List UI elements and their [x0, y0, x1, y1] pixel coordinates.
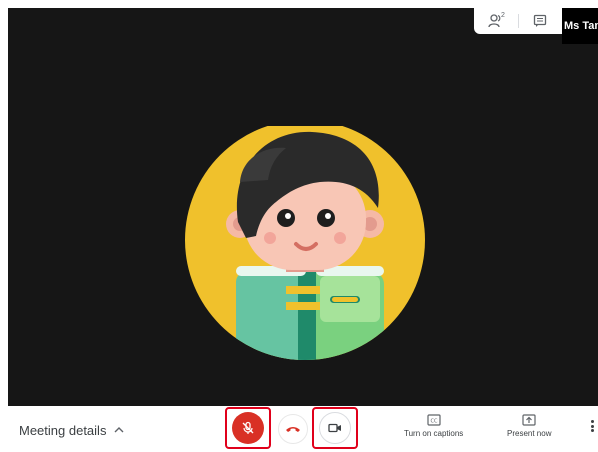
chat-button[interactable]: [518, 8, 562, 34]
meeting-details-button[interactable]: Meeting details: [19, 423, 124, 438]
call-end-icon: [286, 427, 300, 432]
participant-count-badge: 2: [501, 12, 505, 19]
camera-highlight-box: [312, 407, 358, 449]
self-name-tile: Ms Tan: [562, 8, 598, 44]
present-now-label: Present now: [507, 429, 552, 438]
present-now-button[interactable]: Present now: [507, 414, 551, 438]
people-button[interactable]: 2: [474, 8, 518, 34]
captions-label: Turn on captions: [404, 429, 464, 438]
chat-icon: [533, 14, 547, 27]
mic-highlight-box: [225, 407, 271, 449]
mic-toggle-button[interactable]: [232, 412, 264, 444]
video-stage: [8, 8, 598, 406]
more-options-button[interactable]: [588, 420, 596, 438]
meeting-details-label: Meeting details: [19, 423, 107, 438]
svg-text:CC: CC: [430, 419, 437, 425]
captions-button[interactable]: CC Turn on captions: [404, 414, 463, 438]
present-to-all-icon: [522, 414, 536, 426]
chevron-up-icon: [114, 425, 124, 436]
hang-up-button[interactable]: [278, 414, 308, 444]
top-right-controls: 2: [474, 8, 562, 34]
closed-caption-icon: CC: [427, 414, 441, 426]
videocam-icon: [328, 423, 341, 433]
mic-off-icon: [242, 421, 254, 434]
camera-toggle-button[interactable]: [319, 412, 351, 444]
bottom-toolbar: Meeting details CC Turn on captions Pres…: [0, 406, 598, 452]
participant-avatar: [180, 120, 430, 364]
more-vert-icon: [590, 420, 594, 432]
